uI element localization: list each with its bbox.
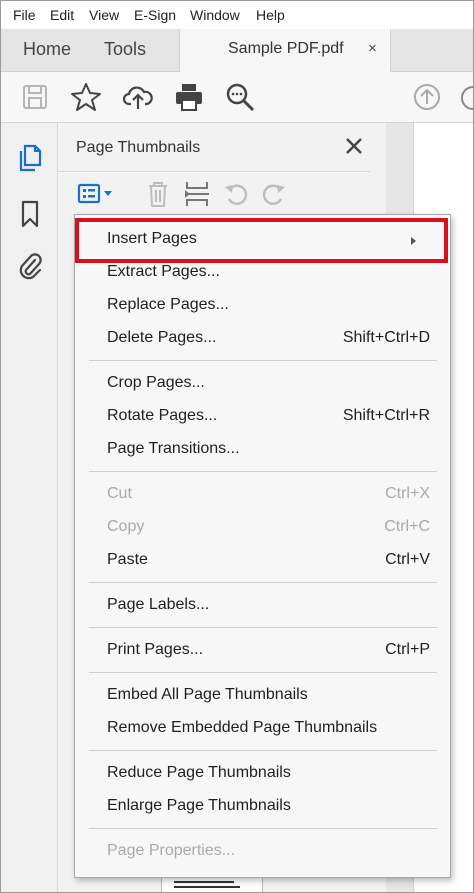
menu-item-shortcut: Shift+Ctrl+R	[342, 407, 430, 424]
insert-pages-icon[interactable]	[183, 179, 211, 209]
menu-item-shortcut: Shift+Ctrl+D	[342, 329, 430, 346]
menu-item-label: Print Pages...	[107, 641, 204, 658]
options-context-menu: Insert Pages Extract Pages... Replace Pa…	[74, 214, 451, 878]
bookmark-icon[interactable]	[16, 199, 44, 229]
panel-divider	[58, 171, 370, 172]
menu-separator	[89, 582, 437, 583]
menu-separator	[89, 828, 437, 829]
menu-item-reduce-thumbnails[interactable]: Reduce Page Thumbnails	[75, 759, 450, 789]
arrow-up-icon[interactable]	[411, 81, 443, 113]
menu-item-remove-embedded-thumbnails[interactable]: Remove Embedded Page Thumbnails	[75, 714, 450, 744]
star-icon[interactable]	[70, 81, 102, 113]
print-icon[interactable]	[173, 81, 205, 113]
menu-item-label: Page Labels...	[107, 596, 210, 613]
menu-item-label: Enlarge Page Thumbnails	[107, 797, 291, 814]
menu-item-label: Page Properties...	[107, 842, 236, 859]
panel-title: Page Thumbnails	[76, 139, 201, 156]
delete-icon[interactable]	[144, 179, 172, 209]
menu-item-label: Delete Pages...	[107, 329, 217, 346]
menu-item-paste[interactable]: Paste Ctrl+V	[75, 546, 450, 576]
menu-item-cut: Cut Ctrl+X	[75, 480, 450, 510]
menu-separator	[89, 750, 437, 751]
menu-item-label: Reduce Page Thumbnails	[107, 764, 291, 781]
menu-item-label: Extract Pages...	[107, 263, 220, 280]
menu-separator	[89, 360, 437, 361]
save-icon[interactable]	[19, 81, 51, 113]
menu-edit[interactable]: Edit	[50, 7, 74, 23]
close-icon[interactable]	[343, 135, 365, 157]
menu-item-shortcut: Ctrl+P	[385, 641, 430, 658]
tab-tools[interactable]: Tools	[104, 39, 146, 60]
menu-item-shortcut: Ctrl+X	[385, 485, 430, 502]
menu-item-label: Crop Pages...	[107, 374, 205, 391]
menu-item-print-pages[interactable]: Print Pages... Ctrl+P	[75, 636, 450, 666]
menu-item-embed-thumbnails[interactable]: Embed All Page Thumbnails	[75, 681, 450, 711]
menu-help[interactable]: Help	[256, 7, 285, 23]
menu-view[interactable]: View	[89, 7, 119, 23]
menu-bar: File Edit View E-Sign Window Help	[1, 1, 473, 29]
menu-item-replace-pages[interactable]: Replace Pages...	[75, 291, 450, 321]
menu-item-label: Copy	[107, 518, 145, 535]
menu-item-label: Embed All Page Thumbnails	[107, 686, 308, 703]
menu-item-enlarge-thumbnails[interactable]: Enlarge Page Thumbnails	[75, 792, 450, 822]
menu-window[interactable]: Window	[190, 7, 240, 23]
menu-item-label: Cut	[107, 485, 132, 502]
menu-item-label: Remove Embedded Page Thumbnails	[107, 719, 378, 736]
options-menu-icon[interactable]	[76, 179, 116, 209]
more-icon[interactable]	[461, 85, 474, 111]
left-rail	[1, 123, 58, 892]
app-window: File Edit View E-Sign Window Help Home T…	[0, 0, 474, 893]
redo-icon[interactable]	[260, 179, 288, 209]
menu-item-label: Replace Pages...	[107, 296, 229, 313]
search-icon[interactable]	[224, 81, 256, 113]
toolbar	[1, 72, 473, 123]
tab-home[interactable]: Home	[23, 39, 71, 60]
menu-separator	[89, 471, 437, 472]
menu-item-shortcut: Ctrl+V	[385, 551, 430, 568]
attachment-icon[interactable]	[16, 251, 44, 281]
menu-item-label: Page Transitions...	[107, 440, 240, 457]
menu-item-delete-pages[interactable]: Delete Pages... Shift+Ctrl+D	[75, 324, 450, 354]
menu-separator	[89, 672, 437, 673]
menu-item-label: Paste	[107, 551, 148, 568]
menu-separator	[89, 627, 437, 628]
menu-item-label: Rotate Pages...	[107, 407, 218, 424]
close-tab-icon[interactable]: ×	[368, 40, 377, 57]
tab-document[interactable]: Sample PDF.pdf ×	[179, 29, 391, 72]
menu-item-rotate-pages[interactable]: Rotate Pages... Shift+Ctrl+R	[75, 402, 450, 432]
document-tab-title: Sample PDF.pdf	[228, 40, 344, 57]
menu-item-crop-pages[interactable]: Crop Pages...	[75, 369, 450, 399]
menu-item-copy: Copy Ctrl+C	[75, 513, 450, 543]
menu-esign[interactable]: E-Sign	[134, 7, 176, 23]
menu-item-page-properties: Page Properties...	[75, 837, 450, 867]
tab-bar: Home Tools Sample PDF.pdf ×	[1, 29, 473, 72]
menu-item-page-transitions[interactable]: Page Transitions...	[75, 435, 450, 465]
cloud-upload-icon[interactable]	[122, 81, 154, 113]
menu-item-shortcut: Ctrl+C	[384, 518, 430, 535]
undo-icon[interactable]	[222, 179, 250, 209]
pages-icon[interactable]	[16, 143, 44, 173]
menu-file[interactable]: File	[13, 7, 36, 23]
menu-item-page-labels[interactable]: Page Labels...	[75, 591, 450, 621]
highlight-box	[75, 218, 448, 263]
